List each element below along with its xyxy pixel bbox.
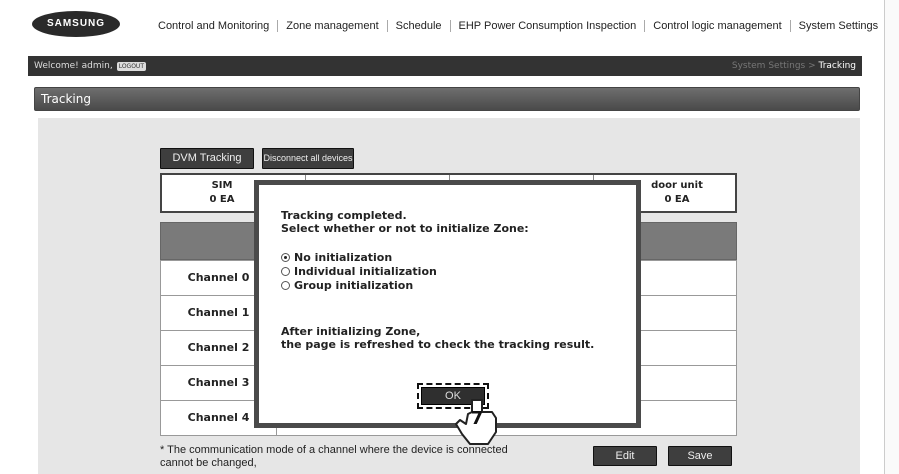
main-menu: Control and Monitoring Zone management S… [158, 20, 886, 32]
summary-indoor-title: door unit [651, 180, 703, 191]
breadcrumb-parent[interactable]: System Settings [732, 61, 805, 71]
summary-indoor-unit: door unit 0 EA [642, 179, 712, 207]
menu-control-logic[interactable]: Control logic management [645, 20, 789, 32]
option-group-initialization[interactable]: Group initialization [281, 279, 413, 292]
dialog-message-2: Select whether or not to initialize Zone… [281, 222, 529, 235]
radio-icon[interactable] [281, 253, 290, 262]
option-no-initialization[interactable]: No initialization [281, 251, 392, 264]
dialog-after-2: the page is refreshed to check the track… [281, 338, 595, 351]
summary-sim: SIM 0 EA [192, 179, 252, 207]
samsung-logo: SAMSUNG [32, 11, 120, 37]
menu-zone-management[interactable]: Zone management [278, 20, 386, 32]
callout-number: 7 [471, 408, 484, 429]
logout-button[interactable]: LOGOUT [116, 61, 146, 71]
dvm-tracking-button[interactable]: DVM Tracking [160, 148, 254, 169]
breadcrumb: System Settings > Tracking [732, 61, 856, 71]
radio-icon[interactable] [281, 281, 290, 290]
initialize-zone-dialog: Tracking completed. Select whether or no… [254, 180, 641, 428]
dialog-message-1: Tracking completed. [281, 209, 407, 222]
welcome-text: Welcome! admin, [34, 61, 113, 71]
menu-control-monitoring[interactable]: Control and Monitoring [158, 20, 277, 32]
welcome-area: Welcome! admin, LOGOUT [34, 61, 146, 71]
menu-schedule[interactable]: Schedule [388, 20, 450, 32]
cursor-hand-icon: 7 [455, 399, 497, 445]
summary-indoor-count: 0 EA [664, 194, 690, 205]
welcome-bar: Welcome! admin, LOGOUT System Settings >… [28, 56, 862, 76]
save-button[interactable]: Save [668, 446, 732, 466]
option-label: No initialization [294, 251, 393, 264]
window-edge [884, 0, 899, 474]
summary-sim-count: 0 EA [209, 194, 235, 205]
top-navigation: SAMSUNG Control and Monitoring Zone mana… [0, 0, 899, 52]
option-individual-initialization[interactable]: Individual initialization [281, 265, 437, 278]
breadcrumb-current: Tracking [818, 61, 856, 71]
summary-sim-title: SIM [211, 180, 233, 191]
option-label: Individual initialization [294, 265, 437, 278]
disconnect-all-button[interactable]: Disconnect all devices [262, 148, 354, 169]
edit-button[interactable]: Edit [593, 446, 657, 466]
page: SAMSUNG Control and Monitoring Zone mana… [0, 0, 899, 474]
menu-system-settings[interactable]: System Settings [791, 20, 886, 32]
radio-icon[interactable] [281, 267, 290, 276]
page-title: Tracking [34, 87, 860, 111]
option-label: Group initialization [294, 279, 414, 292]
menu-ehp-power[interactable]: EHP Power Consumption Inspection [451, 20, 645, 32]
breadcrumb-separator: > [808, 61, 816, 71]
dialog-after-1: After initializing Zone, [281, 325, 421, 338]
